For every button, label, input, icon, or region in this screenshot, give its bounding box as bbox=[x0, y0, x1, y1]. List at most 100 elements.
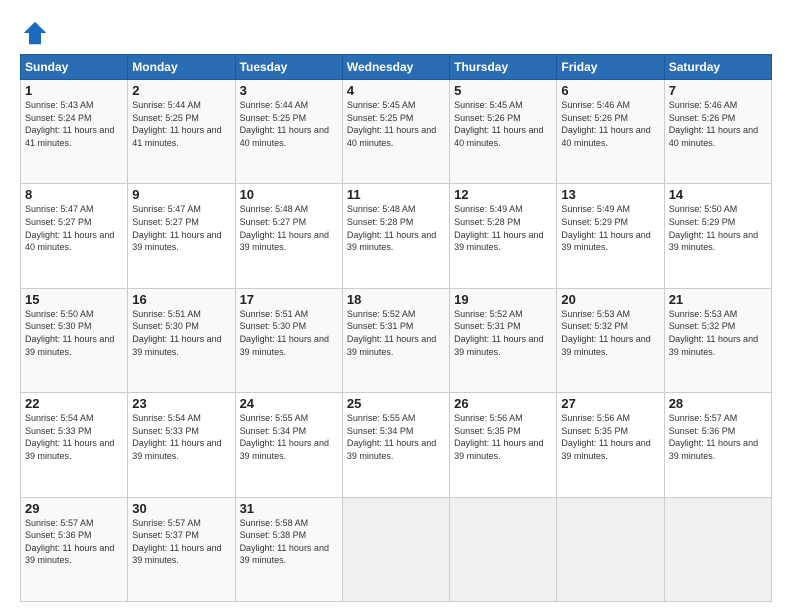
day-number: 8 bbox=[25, 187, 123, 202]
day-info: Sunrise: 5:46 AM Sunset: 5:26 PM Dayligh… bbox=[561, 99, 659, 149]
day-number: 23 bbox=[132, 396, 230, 411]
day-cell: 16Sunrise: 5:51 AM Sunset: 5:30 PM Dayli… bbox=[128, 288, 235, 392]
day-cell: 24Sunrise: 5:55 AM Sunset: 5:34 PM Dayli… bbox=[235, 393, 342, 497]
logo bbox=[20, 18, 54, 48]
day-info: Sunrise: 5:52 AM Sunset: 5:31 PM Dayligh… bbox=[347, 308, 445, 358]
header-day-tuesday: Tuesday bbox=[235, 55, 342, 80]
day-info: Sunrise: 5:48 AM Sunset: 5:27 PM Dayligh… bbox=[240, 203, 338, 253]
day-cell: 2Sunrise: 5:44 AM Sunset: 5:25 PM Daylig… bbox=[128, 80, 235, 184]
day-number: 30 bbox=[132, 501, 230, 516]
day-info: Sunrise: 5:54 AM Sunset: 5:33 PM Dayligh… bbox=[25, 412, 123, 462]
day-cell: 8Sunrise: 5:47 AM Sunset: 5:27 PM Daylig… bbox=[21, 184, 128, 288]
day-cell: 17Sunrise: 5:51 AM Sunset: 5:30 PM Dayli… bbox=[235, 288, 342, 392]
day-info: Sunrise: 5:57 AM Sunset: 5:36 PM Dayligh… bbox=[25, 517, 123, 567]
day-cell: 19Sunrise: 5:52 AM Sunset: 5:31 PM Dayli… bbox=[450, 288, 557, 392]
week-row-3: 15Sunrise: 5:50 AM Sunset: 5:30 PM Dayli… bbox=[21, 288, 772, 392]
day-cell bbox=[450, 497, 557, 601]
header-day-sunday: Sunday bbox=[21, 55, 128, 80]
day-number: 29 bbox=[25, 501, 123, 516]
day-info: Sunrise: 5:57 AM Sunset: 5:36 PM Dayligh… bbox=[669, 412, 767, 462]
calendar-body: 1Sunrise: 5:43 AM Sunset: 5:24 PM Daylig… bbox=[21, 80, 772, 602]
day-cell: 28Sunrise: 5:57 AM Sunset: 5:36 PM Dayli… bbox=[664, 393, 771, 497]
day-info: Sunrise: 5:43 AM Sunset: 5:24 PM Dayligh… bbox=[25, 99, 123, 149]
day-number: 14 bbox=[669, 187, 767, 202]
day-cell: 14Sunrise: 5:50 AM Sunset: 5:29 PM Dayli… bbox=[664, 184, 771, 288]
day-info: Sunrise: 5:45 AM Sunset: 5:25 PM Dayligh… bbox=[347, 99, 445, 149]
day-cell: 7Sunrise: 5:46 AM Sunset: 5:26 PM Daylig… bbox=[664, 80, 771, 184]
day-number: 6 bbox=[561, 83, 659, 98]
logo-icon bbox=[20, 18, 50, 48]
day-info: Sunrise: 5:57 AM Sunset: 5:37 PM Dayligh… bbox=[132, 517, 230, 567]
day-number: 9 bbox=[132, 187, 230, 202]
day-info: Sunrise: 5:50 AM Sunset: 5:29 PM Dayligh… bbox=[669, 203, 767, 253]
day-number: 20 bbox=[561, 292, 659, 307]
day-cell: 11Sunrise: 5:48 AM Sunset: 5:28 PM Dayli… bbox=[342, 184, 449, 288]
day-cell: 20Sunrise: 5:53 AM Sunset: 5:32 PM Dayli… bbox=[557, 288, 664, 392]
day-number: 1 bbox=[25, 83, 123, 98]
day-info: Sunrise: 5:54 AM Sunset: 5:33 PM Dayligh… bbox=[132, 412, 230, 462]
day-number: 11 bbox=[347, 187, 445, 202]
day-number: 15 bbox=[25, 292, 123, 307]
day-number: 2 bbox=[132, 83, 230, 98]
day-cell: 31Sunrise: 5:58 AM Sunset: 5:38 PM Dayli… bbox=[235, 497, 342, 601]
day-info: Sunrise: 5:45 AM Sunset: 5:26 PM Dayligh… bbox=[454, 99, 552, 149]
day-cell bbox=[557, 497, 664, 601]
day-info: Sunrise: 5:47 AM Sunset: 5:27 PM Dayligh… bbox=[25, 203, 123, 253]
day-cell: 9Sunrise: 5:47 AM Sunset: 5:27 PM Daylig… bbox=[128, 184, 235, 288]
week-row-1: 1Sunrise: 5:43 AM Sunset: 5:24 PM Daylig… bbox=[21, 80, 772, 184]
day-info: Sunrise: 5:55 AM Sunset: 5:34 PM Dayligh… bbox=[347, 412, 445, 462]
header-day-saturday: Saturday bbox=[664, 55, 771, 80]
day-number: 16 bbox=[132, 292, 230, 307]
day-number: 4 bbox=[347, 83, 445, 98]
day-info: Sunrise: 5:55 AM Sunset: 5:34 PM Dayligh… bbox=[240, 412, 338, 462]
day-number: 21 bbox=[669, 292, 767, 307]
header-day-monday: Monday bbox=[128, 55, 235, 80]
header bbox=[20, 18, 772, 48]
day-cell: 27Sunrise: 5:56 AM Sunset: 5:35 PM Dayli… bbox=[557, 393, 664, 497]
day-cell: 15Sunrise: 5:50 AM Sunset: 5:30 PM Dayli… bbox=[21, 288, 128, 392]
calendar: SundayMondayTuesdayWednesdayThursdayFrid… bbox=[20, 54, 772, 602]
day-number: 24 bbox=[240, 396, 338, 411]
day-info: Sunrise: 5:51 AM Sunset: 5:30 PM Dayligh… bbox=[240, 308, 338, 358]
day-cell: 13Sunrise: 5:49 AM Sunset: 5:29 PM Dayli… bbox=[557, 184, 664, 288]
day-info: Sunrise: 5:51 AM Sunset: 5:30 PM Dayligh… bbox=[132, 308, 230, 358]
day-cell: 25Sunrise: 5:55 AM Sunset: 5:34 PM Dayli… bbox=[342, 393, 449, 497]
day-info: Sunrise: 5:44 AM Sunset: 5:25 PM Dayligh… bbox=[240, 99, 338, 149]
day-cell: 10Sunrise: 5:48 AM Sunset: 5:27 PM Dayli… bbox=[235, 184, 342, 288]
day-cell: 30Sunrise: 5:57 AM Sunset: 5:37 PM Dayli… bbox=[128, 497, 235, 601]
day-info: Sunrise: 5:49 AM Sunset: 5:28 PM Dayligh… bbox=[454, 203, 552, 253]
day-number: 17 bbox=[240, 292, 338, 307]
day-info: Sunrise: 5:49 AM Sunset: 5:29 PM Dayligh… bbox=[561, 203, 659, 253]
day-number: 19 bbox=[454, 292, 552, 307]
day-cell: 26Sunrise: 5:56 AM Sunset: 5:35 PM Dayli… bbox=[450, 393, 557, 497]
day-cell bbox=[664, 497, 771, 601]
day-info: Sunrise: 5:56 AM Sunset: 5:35 PM Dayligh… bbox=[561, 412, 659, 462]
day-info: Sunrise: 5:58 AM Sunset: 5:38 PM Dayligh… bbox=[240, 517, 338, 567]
day-info: Sunrise: 5:50 AM Sunset: 5:30 PM Dayligh… bbox=[25, 308, 123, 358]
day-info: Sunrise: 5:52 AM Sunset: 5:31 PM Dayligh… bbox=[454, 308, 552, 358]
day-cell: 23Sunrise: 5:54 AM Sunset: 5:33 PM Dayli… bbox=[128, 393, 235, 497]
day-number: 12 bbox=[454, 187, 552, 202]
day-cell: 22Sunrise: 5:54 AM Sunset: 5:33 PM Dayli… bbox=[21, 393, 128, 497]
day-cell: 1Sunrise: 5:43 AM Sunset: 5:24 PM Daylig… bbox=[21, 80, 128, 184]
day-info: Sunrise: 5:53 AM Sunset: 5:32 PM Dayligh… bbox=[669, 308, 767, 358]
day-number: 5 bbox=[454, 83, 552, 98]
day-number: 13 bbox=[561, 187, 659, 202]
day-number: 7 bbox=[669, 83, 767, 98]
day-cell bbox=[342, 497, 449, 601]
calendar-header: SundayMondayTuesdayWednesdayThursdayFrid… bbox=[21, 55, 772, 80]
day-cell: 18Sunrise: 5:52 AM Sunset: 5:31 PM Dayli… bbox=[342, 288, 449, 392]
day-number: 28 bbox=[669, 396, 767, 411]
day-info: Sunrise: 5:47 AM Sunset: 5:27 PM Dayligh… bbox=[132, 203, 230, 253]
header-day-wednesday: Wednesday bbox=[342, 55, 449, 80]
week-row-2: 8Sunrise: 5:47 AM Sunset: 5:27 PM Daylig… bbox=[21, 184, 772, 288]
header-day-thursday: Thursday bbox=[450, 55, 557, 80]
page: SundayMondayTuesdayWednesdayThursdayFrid… bbox=[0, 0, 792, 612]
day-number: 10 bbox=[240, 187, 338, 202]
day-number: 18 bbox=[347, 292, 445, 307]
day-cell: 6Sunrise: 5:46 AM Sunset: 5:26 PM Daylig… bbox=[557, 80, 664, 184]
day-number: 27 bbox=[561, 396, 659, 411]
day-info: Sunrise: 5:56 AM Sunset: 5:35 PM Dayligh… bbox=[454, 412, 552, 462]
header-row: SundayMondayTuesdayWednesdayThursdayFrid… bbox=[21, 55, 772, 80]
day-cell: 12Sunrise: 5:49 AM Sunset: 5:28 PM Dayli… bbox=[450, 184, 557, 288]
